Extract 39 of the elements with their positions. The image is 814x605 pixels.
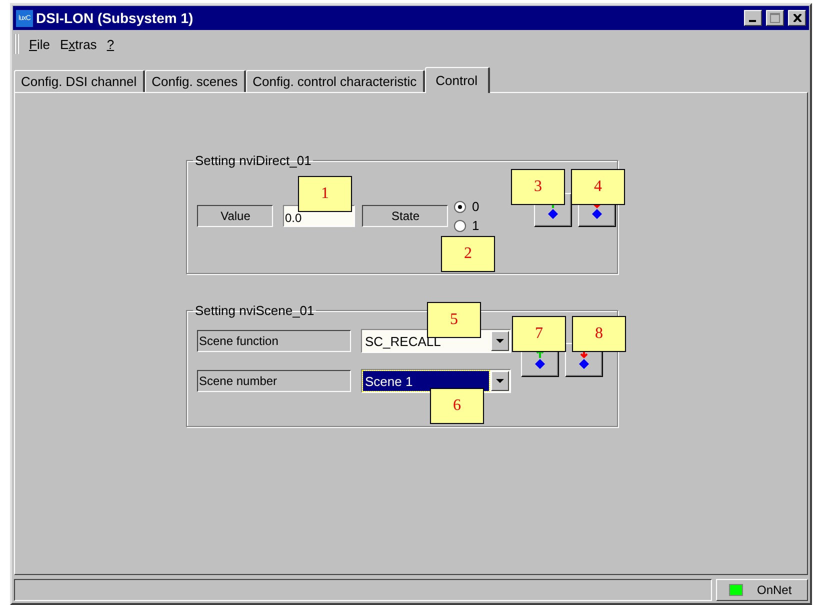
- caret-icon: [496, 338, 504, 344]
- dropdown-button[interactable]: [491, 331, 509, 351]
- menu-item[interactable]: ?: [106, 36, 114, 52]
- state-label: State: [362, 205, 448, 227]
- state-radio[interactable]: 1: [454, 218, 480, 233]
- callout-tooltip: 7: [512, 316, 566, 352]
- diamond-down-icon: [577, 349, 591, 371]
- callout-tooltip: 4: [571, 169, 625, 205]
- callout-tooltip: 1: [298, 176, 352, 212]
- status-text: OnNet: [757, 583, 792, 597]
- dropdown-button[interactable]: [491, 371, 509, 391]
- tab[interactable]: Config. scenes: [144, 70, 246, 92]
- window-title: DSI-LON (Subsystem 1): [36, 10, 194, 26]
- tab[interactable]: Config. control characteristic: [246, 70, 425, 92]
- caret-icon: [496, 378, 504, 384]
- field-label: Scene function: [197, 330, 351, 352]
- group-title: Setting nviScene_01: [194, 303, 316, 318]
- callout-tooltip: 8: [572, 316, 626, 352]
- close-icon: [792, 14, 802, 22]
- dropdown[interactable]: Scene 1: [361, 369, 511, 393]
- tab[interactable]: Control: [424, 67, 490, 93]
- tab[interactable]: Config. DSI channel: [14, 70, 145, 92]
- callout-tooltip: 2: [441, 236, 495, 272]
- diamond-up-icon: [533, 349, 547, 371]
- close-button[interactable]: [788, 10, 806, 26]
- callout-tooltip: 6: [430, 388, 484, 424]
- group-title: Setting nviDirect_01: [194, 153, 312, 168]
- minimize-button[interactable]: [744, 10, 762, 26]
- menu-item[interactable]: Extras: [60, 36, 97, 52]
- menu-item[interactable]: File: [29, 36, 50, 52]
- value-label: Value: [197, 205, 273, 227]
- radio-dot-icon: [458, 204, 462, 208]
- maximize-icon: [770, 13, 780, 23]
- toolbar-grip[interactable]: [14, 34, 19, 54]
- field-label: Scene number: [197, 370, 351, 392]
- callout-tooltip: 3: [511, 169, 565, 205]
- maximize-button[interactable]: [766, 10, 784, 26]
- callout-tooltip: 5: [427, 302, 481, 338]
- state-radio[interactable]: 0: [454, 199, 480, 214]
